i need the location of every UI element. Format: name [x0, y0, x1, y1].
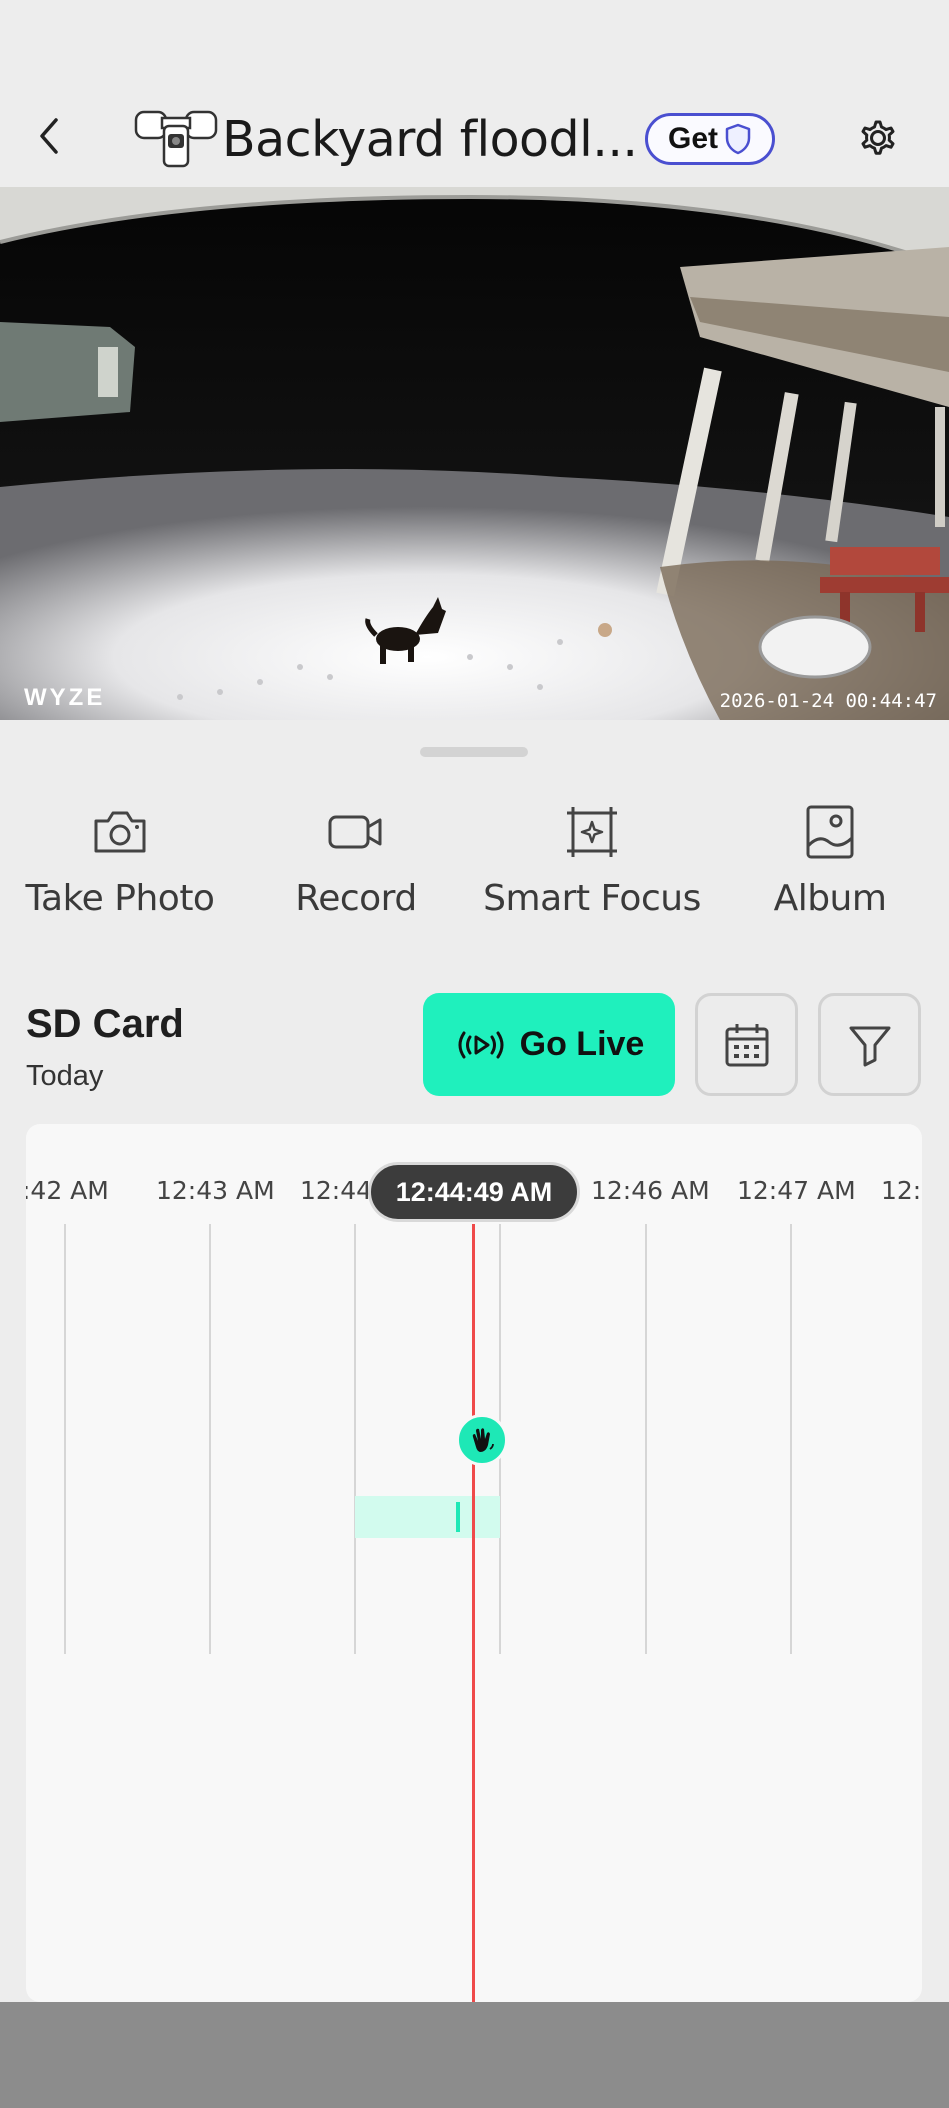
back-button[interactable] [26, 108, 70, 164]
timeline-gridline [209, 1224, 211, 1654]
live-video-feed[interactable]: WYZE 2026-01-24 00:44:47 [0, 187, 949, 720]
album-label: Album [773, 878, 887, 919]
settings-button[interactable] [850, 110, 906, 166]
tick-label: 12:47 AM [737, 1176, 856, 1205]
waving-hand-icon [472, 1428, 494, 1452]
sd-card-date: Today [26, 1060, 104, 1092]
wyze-watermark: WYZE [24, 684, 106, 711]
take-photo-label: Take Photo [25, 878, 215, 919]
calendar-button[interactable] [695, 993, 798, 1096]
system-navigation-bar [0, 2002, 949, 2108]
floodlight-camera-thumbnail [134, 108, 218, 172]
smart-focus-icon [567, 807, 617, 857]
record-button[interactable]: Record [236, 800, 476, 930]
playback-timeline[interactable]: :42 AM 12:43 AM 12:44 12:46 AM 12:47 AM … [26, 1124, 922, 2002]
tick-label: 12:46 AM [591, 1176, 710, 1205]
album-button[interactable]: Album [710, 800, 949, 930]
filter-icon [849, 1026, 890, 1066]
sd-card-title: SD Card [26, 1002, 184, 1046]
filter-button[interactable] [818, 993, 921, 1096]
video-camera-icon [328, 815, 382, 849]
album-icon [806, 805, 854, 859]
get-subscription-badge[interactable]: Get [645, 113, 775, 165]
live-broadcast-icon [458, 1031, 504, 1058]
sheet-drag-handle[interactable] [420, 747, 528, 757]
timeline-gridline [790, 1224, 792, 1654]
take-photo-button[interactable]: Take Photo [0, 800, 240, 930]
tick-label: 12:43 AM [156, 1176, 275, 1205]
tick-label: :42 AM [26, 1176, 109, 1205]
camera-scene [0, 187, 949, 720]
video-timestamp: 2026-01-24 00:44:47 [719, 690, 937, 712]
motion-event-marker[interactable] [456, 1414, 508, 1466]
timeline-gridline [64, 1224, 66, 1654]
device-title: Backyard floodl... [222, 111, 638, 168]
timeline-gridline [354, 1224, 356, 1654]
camera-icon [94, 811, 146, 853]
badge-label: Get [667, 122, 718, 155]
tick-label: 12:4 [881, 1176, 922, 1205]
smart-focus-button[interactable]: Smart Focus [472, 800, 712, 930]
smart-focus-label: Smart Focus [483, 878, 701, 919]
recording-segment[interactable] [355, 1496, 500, 1538]
app-header: Backyard floodl... Get [0, 80, 949, 190]
chevron-left-icon [40, 118, 58, 154]
timeline-gridline [645, 1224, 647, 1654]
playhead-line[interactable] [472, 1224, 475, 2002]
quick-actions: Take Photo Record Smart Focus Album [0, 800, 949, 930]
go-live-button[interactable]: Go Live [423, 993, 675, 1096]
shield-icon [725, 123, 751, 155]
go-live-label: Go Live [519, 1025, 645, 1063]
current-time-pill: 12:44:49 AM [368, 1162, 580, 1222]
record-label: Record [295, 878, 417, 919]
calendar-icon [725, 1023, 768, 1066]
recording-marker [456, 1502, 460, 1532]
gear-icon [861, 120, 895, 155]
tick-label: 12:44 [300, 1176, 373, 1205]
